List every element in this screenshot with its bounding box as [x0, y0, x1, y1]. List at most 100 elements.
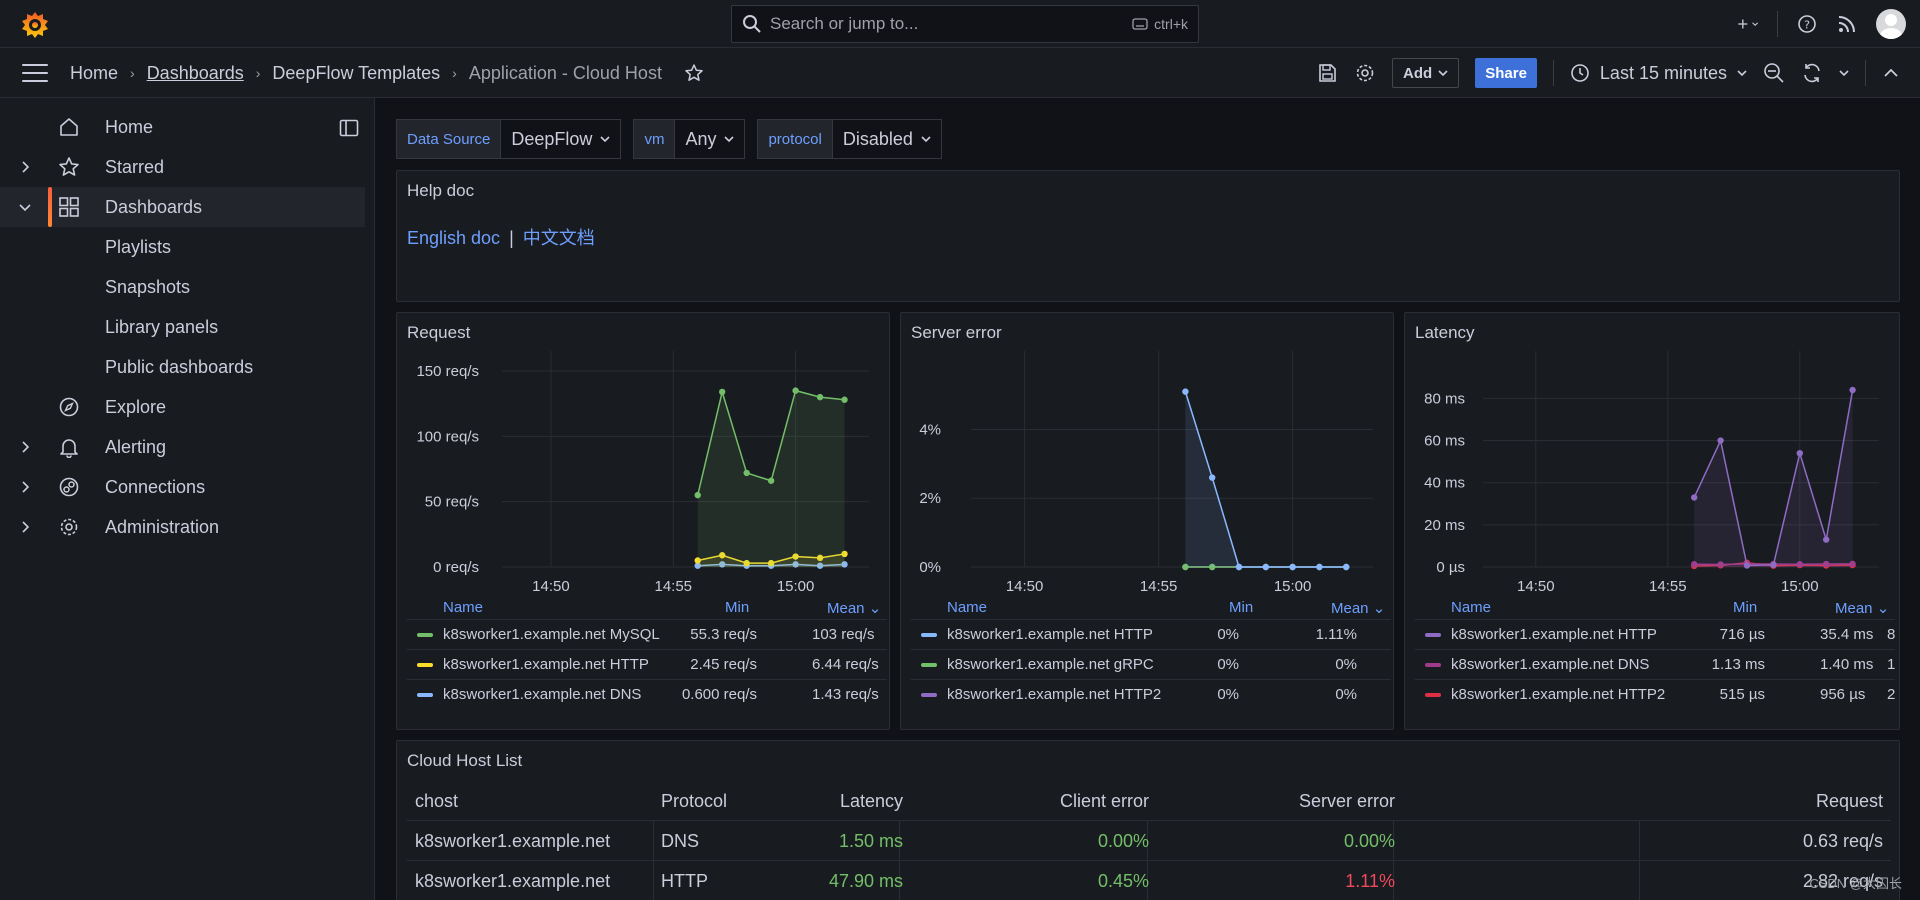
chevron-down-icon [724, 136, 735, 143]
datasource-select[interactable]: DeepFlow [501, 119, 622, 159]
data-point [1209, 474, 1216, 481]
sidebar-item-dashboards[interactable]: Dashboards [0, 187, 365, 227]
legend-series-name: k8sworker1.example.net MySQL [443, 626, 660, 643]
chevron-right-icon[interactable] [18, 160, 32, 174]
cell-protocol: HTTP [661, 871, 708, 891]
time-range-picker[interactable]: Last 15 minutes [1570, 63, 1747, 84]
x-tick-label: 15:00 [1781, 578, 1819, 595]
breadcrumb-home[interactable]: Home [70, 63, 118, 84]
legend-item[interactable]: k8sworker1.example.net HTTP2 515 µs 956 µs… [1415, 679, 1895, 709]
refresh-icon[interactable] [1801, 62, 1823, 84]
sidebar-item-connections[interactable]: Connections [0, 467, 365, 507]
legend-item[interactable]: k8sworker1.example.net HTTP 2.45 req/s 6.4… [407, 649, 887, 679]
legend-mean-value: 0% [1335, 686, 1357, 703]
vm-select[interactable]: Any [675, 119, 746, 159]
legend-item[interactable]: k8sworker1.example.net DNS 1.13 ms 1.40 ms… [1415, 649, 1895, 679]
legend-item[interactable]: k8sworker1.example.net DNS 0.600 req/s 1.4… [407, 679, 887, 709]
sidebar-item-home[interactable]: Home [0, 107, 365, 147]
favorite-star-icon[interactable] [684, 63, 704, 83]
column-header-client-error[interactable]: Client error [1060, 791, 1149, 812]
sidebar-item-explore[interactable]: Explore [0, 387, 365, 427]
collapse-chevron-up-icon[interactable] [1882, 64, 1900, 82]
chevron-right-icon[interactable] [18, 520, 32, 534]
column-header-chost[interactable]: chost [415, 791, 458, 812]
legend-min-value: 0.600 req/s [681, 686, 757, 703]
protocol-select[interactable]: Disabled [832, 119, 942, 159]
save-icon[interactable] [1316, 62, 1338, 84]
cell-client-error: 0.00% [1097, 831, 1149, 851]
column-header-request[interactable]: Request [1816, 791, 1883, 812]
panel-title: Help doc [407, 181, 475, 200]
sidebar-item-playlists[interactable]: Playlists [0, 227, 365, 267]
x-tick-label: 14:50 [1006, 578, 1044, 595]
search-bar[interactable]: Search or jump to... ctrl+k [731, 5, 1199, 43]
legend-header-name[interactable]: Name [1451, 599, 1491, 616]
chevron-right-icon: › [255, 65, 261, 81]
legend-item[interactable]: k8sworker1.example.net HTTP 716 µs 35.4 ms… [1415, 619, 1895, 649]
news-button[interactable] [1836, 13, 1858, 35]
clock-icon [1571, 64, 1589, 82]
legend-mean-value: 1.43 req/s [812, 686, 879, 703]
legend-mean-value: 6.44 req/s [812, 656, 879, 673]
legend-max-value: 1 [1887, 656, 1896, 673]
legend-header-mean[interactable]: Mean ⌄ [827, 599, 881, 617]
connections-icon [59, 477, 79, 497]
add-button[interactable]: Add [1392, 58, 1460, 88]
zoom-out-icon[interactable] [1763, 62, 1785, 84]
chevron-down-icon[interactable] [18, 200, 32, 214]
column-header-latency[interactable]: Latency [840, 791, 903, 812]
legend-header-min[interactable]: Min [1733, 599, 1757, 616]
legend-item[interactable]: k8sworker1.example.net gRPC 0% 0% [911, 649, 1391, 679]
breadcrumb-dashboards[interactable]: Dashboards [147, 63, 244, 84]
x-tick-label: 15:00 [777, 578, 815, 595]
x-tick-label: 14:55 [1140, 578, 1178, 595]
legend-header-name[interactable]: Name [947, 599, 987, 616]
keyboard-icon [1132, 18, 1148, 30]
legend-min-value: 515 µs [1719, 686, 1765, 703]
legend-item[interactable]: k8sworker1.example.net HTTP 0% 1.11% [911, 619, 1391, 649]
breadcrumb: Home › Dashboards › DeepFlow Templates ›… [70, 48, 704, 98]
grafana-logo-icon[interactable] [20, 10, 50, 40]
legend-swatch [921, 663, 937, 667]
column-header-server-error[interactable]: Server error [1299, 791, 1395, 812]
table-row[interactable]: k8sworker1.example.net DNS 1.50 ms 0.00%… [407, 821, 1891, 861]
x-tick-label: 15:00 [1274, 578, 1312, 595]
refresh-interval-chevron-icon[interactable] [1839, 68, 1849, 78]
breadcrumb-current: Application - Cloud Host [468, 62, 662, 83]
chevron-right-icon[interactable] [18, 480, 32, 494]
sidebar-item-starred[interactable]: Starred [0, 147, 365, 187]
legend-header-mean[interactable]: Mean ⌄ [1331, 599, 1385, 617]
sidebar-item-administration[interactable]: Administration [0, 507, 365, 547]
variable-vm: vm Any [633, 119, 746, 159]
chevron-right-icon[interactable] [18, 440, 32, 454]
search-icon [743, 15, 761, 33]
help-button[interactable]: ? [1796, 13, 1818, 35]
sidebar: Home Starred Dashboards Playlists Snapsh… [0, 98, 375, 900]
sidebar-item-public-dashboards[interactable]: Public dashboards [0, 347, 365, 387]
legend-header-mean[interactable]: Mean ⌄ [1835, 599, 1889, 617]
variable-protocol: protocol Disabled [757, 119, 942, 159]
legend-item[interactable]: k8sworker1.example.net MySQL 55.3 req/s 10… [407, 619, 887, 649]
x-tick-label: 14:50 [1517, 578, 1555, 595]
new-menu[interactable] [1737, 13, 1759, 35]
share-button[interactable]: Share [1475, 58, 1537, 88]
sidebar-item-snapshots[interactable]: Snapshots [0, 267, 365, 307]
table-row[interactable]: k8sworker1.example.net HTTP 47.90 ms 0.4… [407, 861, 1891, 900]
sidebar-item-alerting[interactable]: Alerting [0, 427, 365, 467]
legend-header-min[interactable]: Min [725, 599, 749, 616]
legend-mean-value: 1.40 ms [1820, 656, 1874, 673]
english-doc-link[interactable]: English doc [407, 228, 500, 248]
sidebar-item-library-panels[interactable]: Library panels [0, 307, 365, 347]
column-header-protocol[interactable]: Protocol [661, 791, 727, 812]
menu-toggle-icon[interactable] [22, 64, 48, 82]
add-label: Add [1403, 64, 1433, 82]
legend-header-name[interactable]: Name [443, 599, 483, 616]
legend-item[interactable]: k8sworker1.example.net HTTP2 0% 0% [911, 679, 1391, 709]
legend-header: Name Min Mean ⌄ [1415, 597, 1895, 619]
legend-header-min[interactable]: Min [1229, 599, 1253, 616]
settings-gear-icon[interactable] [1354, 62, 1376, 84]
y-tick-label: 0 req/s [433, 559, 479, 576]
chinese-doc-link[interactable]: 中文文档 [523, 228, 595, 248]
breadcrumb-folder[interactable]: DeepFlow Templates [272, 63, 440, 84]
avatar[interactable] [1876, 9, 1906, 39]
